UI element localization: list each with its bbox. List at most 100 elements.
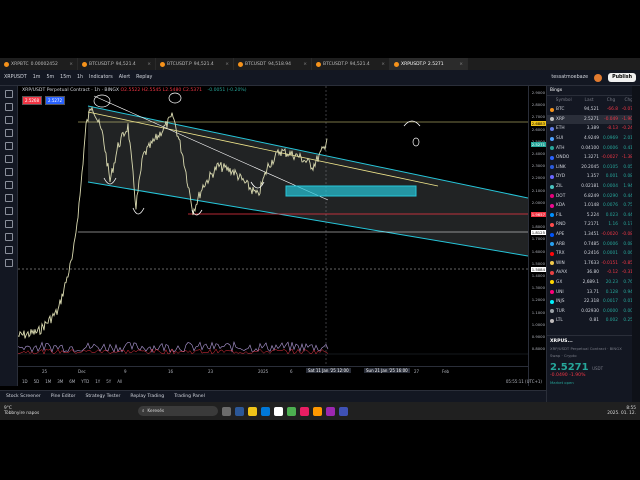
watchlist-row[interactable]: ATH 0.04100 0.0006 0.41%	[547, 143, 640, 153]
watchlist-row[interactable]: GX 2,689.1 20.23 0.76%	[547, 278, 640, 288]
app-icon[interactable]	[287, 406, 296, 416]
layout-name[interactable]: tessatmoebaze	[551, 75, 588, 80]
tab-value: 94,521.4	[115, 61, 136, 67]
alert-button[interactable]: Alert	[119, 75, 130, 80]
watchlist-row[interactable]: ETH 3,389 -8.13 -0.24%	[547, 124, 640, 134]
watchlist-row[interactable]: ONDO 1.3271 -0.0027 -1.38%	[547, 153, 640, 163]
range-button[interactable]: 3M	[57, 379, 63, 384]
watchlist-row[interactable]: INJS 22.318 0.0017 0.01%	[547, 297, 640, 307]
close-icon[interactable]: ×	[381, 62, 385, 67]
price-chart[interactable]: XRP/USDT Perpetual Contract · 1h · BINGX…	[18, 86, 528, 386]
watchlist-row[interactable]: ARB 0.7485 0.0006 0.08%	[547, 239, 640, 249]
range-button[interactable]: 1Y	[95, 379, 100, 384]
range-button[interactable]: 1D	[22, 379, 28, 384]
range-button[interactable]: 5D	[34, 379, 40, 384]
sell-button[interactable]: 2.5268	[22, 96, 42, 105]
close-icon[interactable]: ×	[225, 62, 229, 67]
pattern-icon[interactable]	[4, 155, 13, 163]
watchlist-row[interactable]: LTL 0.81 0.002 0.25%	[547, 316, 640, 326]
range-button[interactable]: 1M	[45, 379, 51, 384]
brush-icon[interactable]	[4, 129, 13, 137]
symbol-search[interactable]: XRPUSDT	[4, 75, 27, 80]
browser-tab[interactable]: BTCUSDT.P 94,521.4 ×	[312, 58, 390, 70]
ruler-icon[interactable]	[4, 194, 13, 202]
prediction-icon[interactable]	[4, 168, 13, 176]
col-symbol[interactable]: Symbol	[550, 98, 572, 103]
app-icon[interactable]	[300, 406, 309, 416]
watchlist-row[interactable]: ZIL 0.02181 0.0004 1.94%	[547, 182, 640, 192]
publish-button[interactable]: Publish	[608, 73, 636, 82]
tab-stock-screener[interactable]: Stock Screener	[6, 394, 41, 399]
app-icon[interactable]	[235, 406, 244, 416]
watchlist-header[interactable]: Bingx	[547, 86, 640, 96]
browser-tab[interactable]: XRPUSDT.P 2.5271 ×	[390, 58, 468, 70]
range-button[interactable]: All	[117, 379, 122, 384]
interval-15m[interactable]: 15m	[60, 75, 71, 80]
col-last[interactable]: Last	[572, 98, 594, 103]
watchlist-row[interactable]: LINK 20.2045 0.0105 0.05%	[547, 163, 640, 173]
app-icon[interactable]	[339, 406, 348, 416]
app-icon[interactable]	[313, 406, 322, 416]
magnet-icon[interactable]	[4, 220, 13, 228]
avatar[interactable]	[594, 73, 603, 82]
watchlist-row[interactable]: WIN 1.7633 -0.0151 -0.85%	[547, 259, 640, 269]
browser-tab[interactable]: BTCUSDT 94,518.94 ×	[234, 58, 312, 70]
replay-button[interactable]: Replay	[136, 75, 152, 80]
watchlist-row[interactable]: KDA 1.0148 0.0076 0.75%	[547, 201, 640, 211]
text-icon[interactable]	[4, 142, 13, 150]
trendline-icon[interactable]	[4, 103, 13, 111]
eye-icon[interactable]	[4, 246, 13, 254]
range-button[interactable]: 5Y	[106, 379, 111, 384]
weather-widget[interactable]: 9°C Többnyire napos	[4, 406, 64, 416]
interval-5m[interactable]: 5m	[46, 75, 54, 80]
folder-icon[interactable]	[248, 406, 257, 416]
shapes-icon[interactable]	[4, 181, 13, 189]
close-icon[interactable]: ×	[303, 62, 307, 67]
browser-tab[interactable]: XRPBTC 0.00002452 ×	[0, 58, 78, 70]
chart-canvas[interactable]	[18, 86, 528, 366]
indicators-button[interactable]: Indicators	[89, 75, 113, 80]
watchlist-row[interactable]: RND 7.2171 1.16 0.17%	[547, 220, 640, 230]
close-icon[interactable]: ×	[459, 62, 463, 67]
task-view-icon[interactable]	[222, 406, 231, 416]
tab-pine-editor[interactable]: Pine Editor	[51, 394, 76, 399]
watchlist-row[interactable]: UNI 13.71 0.128 0.94%	[547, 287, 640, 297]
lock-icon[interactable]	[4, 233, 13, 241]
watchlist-row[interactable]: BTC 94,521 -66.8 -0.07%	[547, 105, 640, 115]
price-axis[interactable]: 0.8000 0.9000 1.0000 1.1000 1.2000 1.3000 1.40…	[528, 86, 546, 386]
watchlist-row[interactable]: TRX 0.2416 0.0001 0.06%	[547, 249, 640, 259]
interval-1h[interactable]: 1h	[77, 75, 83, 80]
edge-icon[interactable]	[261, 406, 270, 416]
system-tray-clock[interactable]: 8:55 2025. 01. 12.	[607, 406, 636, 416]
watchlist-row[interactable]: APE 1.3451 -0.0020 -0.08%	[547, 230, 640, 240]
range-button[interactable]: 6M	[69, 379, 75, 384]
watchlist-title[interactable]: Bingx	[550, 88, 562, 93]
col-chg[interactable]: Chg	[594, 98, 615, 103]
watchlist-row[interactable]: SUI 4.9249 0.0969 2.01%	[547, 134, 640, 144]
fib-icon[interactable]	[4, 116, 13, 124]
watchlist-row[interactable]: XRP 2.5271 -0.049 -1.90%	[547, 114, 640, 125]
zoom-icon[interactable]	[4, 207, 13, 215]
tab-trading-panel[interactable]: Trading Panel	[174, 394, 205, 399]
range-button[interactable]: YTD	[81, 379, 89, 384]
watchlist-row[interactable]: DYD 1.357 0.001 0.08%	[547, 172, 640, 182]
tab-strategy-tester[interactable]: Strategy Tester	[85, 394, 120, 399]
trash-icon[interactable]	[4, 259, 13, 267]
browser-tab[interactable]: BTCUSDT.P 94,521.4 ×	[156, 58, 234, 70]
app-icon[interactable]	[326, 406, 335, 416]
tab-replay-trading[interactable]: Replay Trading	[130, 394, 164, 399]
time-axis[interactable]: 25 Dec 9 16 23 2025 6 Sat 11 Jan '25 12:…	[18, 366, 528, 376]
browser-tab[interactable]: BTCUSDT.P 94,521.4 ×	[78, 58, 156, 70]
tradingview-icon[interactable]	[274, 406, 283, 416]
watchlist-row[interactable]: FIL 5.224 0.023 0.44%	[547, 211, 640, 221]
taskbar-search[interactable]: ⌕ Keresés	[138, 406, 218, 416]
close-icon[interactable]: ×	[147, 62, 151, 67]
watchlist-row[interactable]: DOT 6.8249 0.0290 0.44%	[547, 191, 640, 201]
interval-1m[interactable]: 1m	[33, 75, 41, 80]
buy-button[interactable]: 2.5272	[45, 96, 65, 105]
watchlist-row[interactable]: AVAX 36.80 -0.12 -0.31%	[547, 268, 640, 278]
watchlist-row[interactable]: TUR 0.02930 0.0000 0.00%	[547, 306, 640, 316]
clock[interactable]: 05:55:11 (UTC+1)	[506, 379, 542, 384]
crosshair-icon[interactable]	[4, 90, 13, 98]
close-icon[interactable]: ×	[69, 62, 73, 67]
